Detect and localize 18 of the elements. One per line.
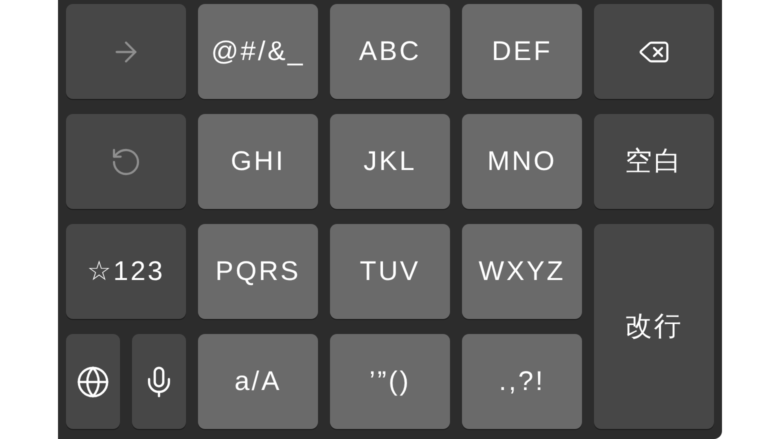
key[interactable]: ☆123	[66, 224, 186, 319]
key[interactable]: WXYZ	[462, 224, 582, 319]
key[interactable]: ’”()	[330, 334, 450, 429]
key[interactable]: PQRS	[198, 224, 318, 319]
key[interactable]: MNO	[462, 114, 582, 209]
key[interactable]: @#/&_	[198, 4, 318, 99]
backspace-key[interactable]	[594, 4, 714, 99]
microphone-key[interactable]	[132, 334, 186, 429]
key[interactable]: a/A	[198, 334, 318, 429]
key[interactable]: GHI	[198, 114, 318, 209]
key[interactable]: DEF	[462, 4, 582, 99]
key[interactable]: ABC	[330, 4, 450, 99]
key[interactable]: JKL	[330, 114, 450, 209]
key[interactable]: 空白	[594, 114, 714, 209]
key[interactable]: TUV	[330, 224, 450, 319]
key[interactable]: 改行	[594, 224, 714, 429]
globe-key[interactable]	[66, 334, 120, 429]
key[interactable]: .,?!	[462, 334, 582, 429]
